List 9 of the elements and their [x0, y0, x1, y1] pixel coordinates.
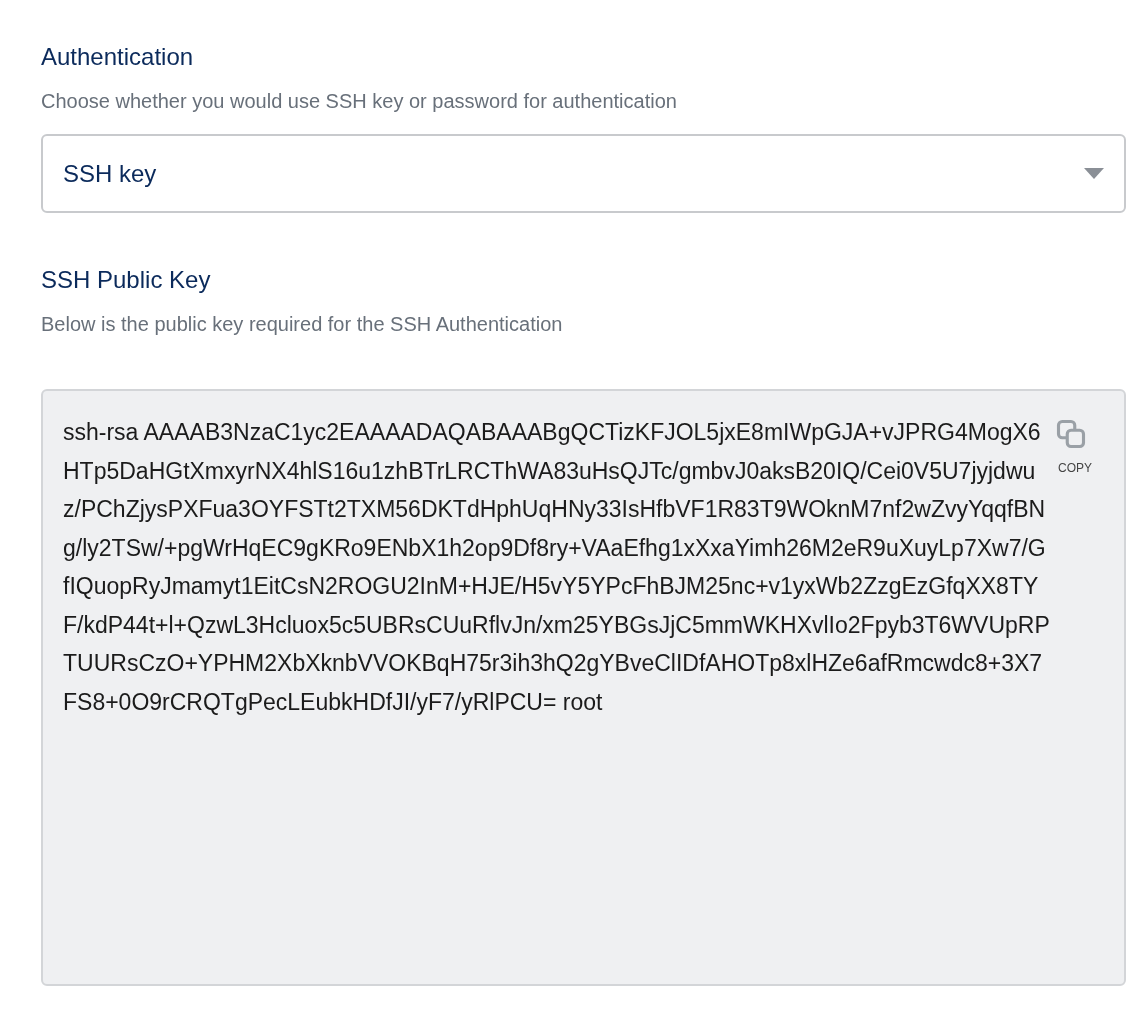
section-title: Authentication: [41, 42, 195, 72]
auth-method-select[interactable]: SSH key: [41, 134, 1126, 213]
copy-button[interactable]: COPY: [1056, 419, 1092, 477]
public-key-text: ssh-rsa AAAAB3NzaC1yc2EAAAADAQABAAABgQCTizKFJOL5jxE8mIWpGJA+vJPRG4MogX6HTp5DaHGtXmxyrNX4hlS16u1zhBTrLRCThWA83uHsQJTc/gmbvJ0aksB20IQ/Cei0V5U7jyjdwuz/PChZjysPXFua3OYFSTt2TXM56DKTdHphUqHNy33IsHfbVF1R83T9WOknM7nf2wZvyYqqfBNg/ly2TSw/+pgWrHqEC9gKRo9ENbX1h2op9Df8ry+VAaEfhg1xXxaYimh26M2eR9uXuyLp7Xw7/GfIQuopRyJmamyt1EitCsN2ROGU2InM+HJE/H5vY5YPcFhBJM25nc+v1yxWb2ZzgEzGfqXX8TYF/kdP44t+l+QzwL3Hcluox5c5UBRsCUuRflvJn/xm25YBGsJjC5mmWKHXvlIo2Fpyb3T6WVUpRPTUURsCzO+YPHM2XbXknbVVOKBqH75r3ih3hQ2gYBveClIDfAHOTp8xlHZe6afRmcwdc8+3X7FS8+0O9rCRQTgPecLEubkHDfJI/yF7/yRlPCU= root: [63, 418, 1051, 717]
section-title: SSH Public Key: [41, 265, 212, 295]
caret-icon: [1084, 168, 1104, 179]
section-description: Choose whether you would use SSH key or password for authentication: [41, 89, 678, 114]
section-description: Below is the public key required for the SSH Authentication: [41, 312, 564, 337]
copy-icon: [1056, 419, 1086, 449]
